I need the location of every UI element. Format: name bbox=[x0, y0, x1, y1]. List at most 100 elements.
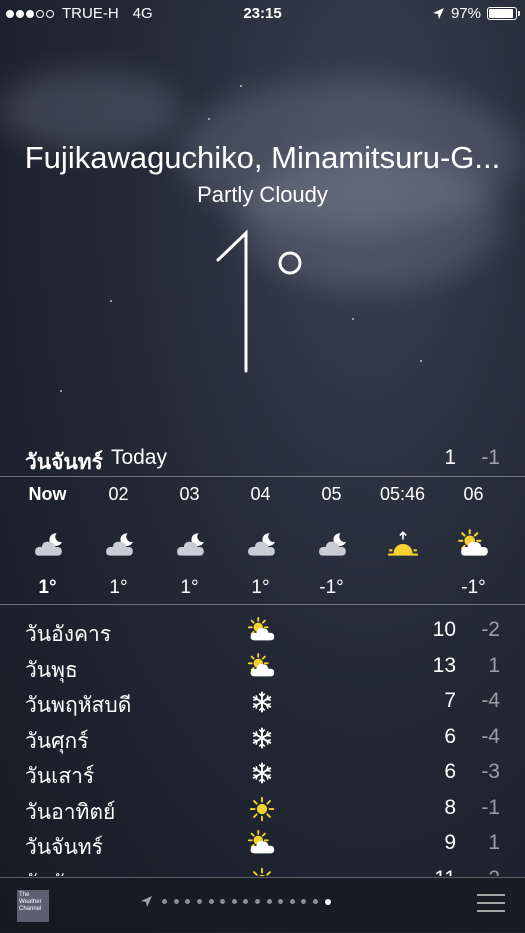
today-low: -1 bbox=[481, 446, 500, 469]
hour-temperature: 1° bbox=[180, 577, 199, 598]
cloud-moon-icon bbox=[12, 520, 83, 570]
hour-label: 06 bbox=[463, 484, 484, 504]
day-name: วันอังคาร bbox=[25, 623, 112, 646]
sun-icon bbox=[247, 794, 277, 824]
page-dot[interactable] bbox=[231, 899, 237, 904]
hourly-item: 05 -1° bbox=[296, 484, 367, 599]
battery-percent: 97% bbox=[450, 5, 481, 22]
page-dot[interactable] bbox=[289, 899, 295, 904]
page-dot[interactable] bbox=[278, 899, 284, 904]
day-low: 1 bbox=[488, 831, 500, 854]
hour-temperature: 1° bbox=[109, 577, 128, 598]
sun-cloud-icon bbox=[247, 829, 277, 859]
page-indicator[interactable] bbox=[140, 895, 334, 908]
battery-icon bbox=[487, 7, 520, 20]
hour-temperature: -1° bbox=[319, 577, 344, 598]
day-high: 6 bbox=[444, 724, 456, 748]
day-low: 2 bbox=[488, 867, 500, 877]
page-dot[interactable] bbox=[243, 899, 249, 904]
snowflake-icon bbox=[247, 723, 277, 753]
day-low: -2 bbox=[481, 618, 500, 641]
current-temperature-figure bbox=[216, 229, 301, 373]
day-name: วันศุกร์ bbox=[25, 729, 89, 753]
background-cloud bbox=[0, 70, 180, 150]
hour-temperature: -1° bbox=[461, 577, 486, 598]
daily-row: วันอาทิตย์ 8 -1 bbox=[25, 792, 500, 828]
page-dot[interactable] bbox=[162, 899, 168, 904]
sun-cloud-icon bbox=[247, 652, 277, 682]
hour-temperature: 1° bbox=[251, 577, 270, 598]
page-dot[interactable] bbox=[255, 899, 261, 904]
page-dot[interactable] bbox=[324, 898, 331, 905]
daily-row: วันอังคาร 11 2 bbox=[25, 863, 500, 877]
city-list-button[interactable] bbox=[477, 894, 505, 918]
day-high: 13 bbox=[432, 653, 456, 677]
page-dot[interactable] bbox=[173, 899, 179, 904]
today-high: 1 bbox=[444, 446, 456, 469]
weather-channel-logo[interactable]: The Weather Channel bbox=[17, 890, 49, 922]
location-arrow-icon bbox=[432, 8, 444, 19]
sun-icon bbox=[247, 865, 277, 876]
day-name: วันเสาร์ bbox=[25, 765, 95, 788]
page-dot[interactable] bbox=[220, 899, 226, 904]
hour-label: 05:46 bbox=[379, 484, 426, 504]
day-low: 1 bbox=[488, 653, 500, 677]
hourly-item: 02 1° bbox=[83, 484, 154, 599]
day-high: 6 bbox=[444, 760, 456, 783]
hour-label: 05 bbox=[321, 484, 342, 504]
snowflake-icon bbox=[247, 687, 277, 717]
page-dot[interactable] bbox=[266, 899, 272, 904]
page-dot[interactable] bbox=[313, 899, 319, 904]
location-arrow-icon bbox=[141, 896, 152, 907]
day-low: -3 bbox=[481, 760, 500, 783]
day-name: วันจันทร์ bbox=[25, 836, 103, 859]
daily-forecast[interactable]: วันอังคาร 10 -2 วันพุธ 13 1 วันพฤหัสบดี 7 … bbox=[25, 614, 500, 876]
sunrise-icon bbox=[367, 520, 438, 570]
today-summary: วันจันทร์ Today 1 -1 bbox=[25, 446, 500, 479]
page-dot[interactable] bbox=[301, 899, 307, 904]
status-bar: TRUE-H 4G 23:15 97% bbox=[0, 0, 525, 28]
day-name: วันพฤหัสบดี bbox=[25, 694, 132, 717]
day-low: -4 bbox=[481, 724, 500, 748]
cloud-moon-icon bbox=[83, 520, 154, 570]
hourly-item: Now 1° bbox=[12, 484, 83, 599]
hourly-item: 05:46 bbox=[367, 484, 438, 599]
day-high: 11 bbox=[434, 867, 456, 877]
today-day: วันจันทร์ bbox=[25, 451, 103, 474]
day-high: 9 bbox=[444, 831, 456, 854]
current-temperature: 1° bbox=[0, 225, 525, 398]
today-label: Today bbox=[110, 446, 167, 469]
divider bbox=[0, 604, 525, 605]
cloud-moon-icon bbox=[296, 520, 367, 570]
sun-cloud-icon bbox=[247, 616, 277, 646]
hour-label: 03 bbox=[179, 484, 200, 504]
daily-row: วันอังคาร 10 -2 bbox=[25, 614, 500, 650]
hourly-item: 04 1° bbox=[225, 484, 296, 599]
day-high: 10 bbox=[432, 618, 456, 641]
daily-row: วันพุธ 13 1 bbox=[25, 650, 500, 686]
day-high: 7 bbox=[444, 689, 456, 712]
city-name: Fujikawaguchiko, Minamitsuru-G... bbox=[24, 140, 501, 175]
page-dot[interactable] bbox=[185, 899, 191, 904]
snowflake-icon bbox=[247, 758, 277, 788]
sun-cloud-icon bbox=[438, 520, 509, 570]
hour-temperature: 1° bbox=[38, 577, 57, 598]
hourly-item: 03 1° bbox=[154, 484, 225, 599]
star bbox=[240, 85, 242, 87]
hour-label: 04 bbox=[250, 484, 271, 504]
hour-label: Now bbox=[28, 484, 67, 504]
day-high: 8 bbox=[444, 795, 456, 819]
page-dot[interactable] bbox=[208, 899, 214, 904]
divider bbox=[0, 476, 525, 477]
day-name: วันพุธ bbox=[25, 658, 78, 682]
cloud-moon-icon bbox=[154, 520, 225, 570]
day-low: -1 bbox=[481, 795, 500, 819]
hourly-forecast[interactable]: Now 1° 02 1° 03 1° 04 1° 05 -1° 05:46 06 -1° bbox=[12, 484, 512, 599]
bottom-toolbar: The Weather Channel bbox=[0, 877, 525, 933]
day-low: -4 bbox=[481, 689, 500, 712]
page-dot[interactable] bbox=[197, 899, 203, 904]
hourly-item: 06 -1° bbox=[438, 484, 509, 599]
cloud-moon-icon bbox=[225, 520, 296, 570]
day-name: วันอังคาร bbox=[25, 867, 111, 877]
daily-row: วันเสาร์ 6 -3 bbox=[25, 756, 500, 792]
